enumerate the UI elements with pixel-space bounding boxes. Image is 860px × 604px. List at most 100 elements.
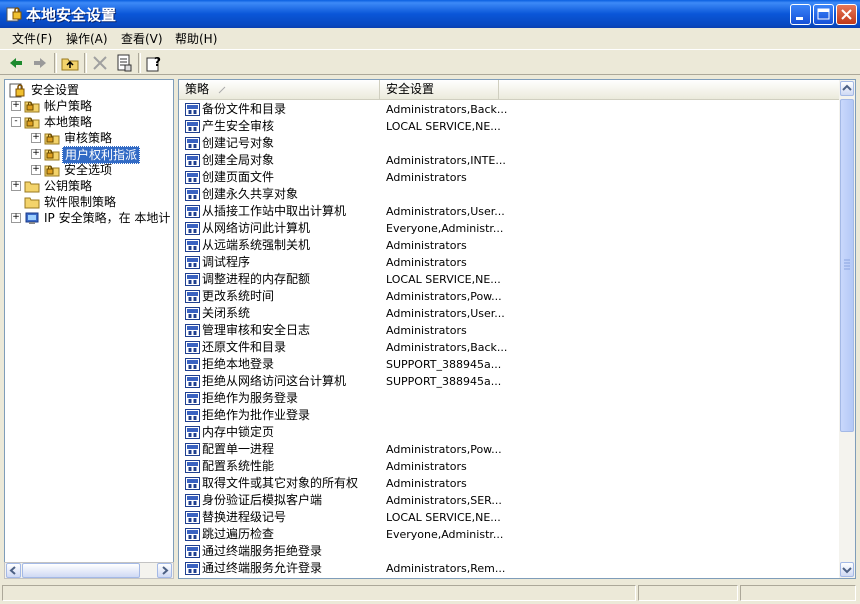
arrow-right-icon xyxy=(162,566,169,575)
policy-row[interactable]: 从插接工作站中取出计算机 Administrators,User... xyxy=(179,203,839,220)
policy-setting: Administrators,Pow... xyxy=(386,443,502,456)
policy-icon xyxy=(185,307,200,320)
tree-horizontal-scrollbar[interactable] xyxy=(4,562,174,579)
policy-row[interactable]: 通过终端服务拒绝登录 xyxy=(179,543,839,560)
maximize-icon xyxy=(817,8,830,20)
folder-icon xyxy=(24,197,40,209)
policy-icon xyxy=(185,528,200,541)
policy-name: 内存中锁定页 xyxy=(202,425,275,439)
policy-icon xyxy=(185,460,200,473)
policy-name: 创建页面文件 xyxy=(202,170,275,184)
tree-item-label: 安全选项 xyxy=(64,163,113,177)
policy-row[interactable]: 从远端系统强制关机 Administrators xyxy=(179,237,839,254)
list-vertical-scrollbar[interactable] xyxy=(839,80,855,578)
scroll-right-button[interactable] xyxy=(157,563,172,578)
policy-setting: Administrators,INTE... xyxy=(386,154,506,167)
policy-folder-icon xyxy=(44,165,60,177)
policy-row[interactable]: 调试程序 Administrators xyxy=(179,254,839,271)
policy-row[interactable]: 身份验证后模拟客户端 Administrators,SER... xyxy=(179,492,839,509)
policy-row[interactable]: 创建记号对象 xyxy=(179,135,839,152)
policy-setting: Administrators xyxy=(386,460,467,473)
policy-row[interactable]: 取得文件或其它对象的所有权 Administrators xyxy=(179,475,839,492)
status-panel xyxy=(638,585,738,601)
expand-icon[interactable]: + xyxy=(11,101,21,111)
policy-setting: Everyone,Administr... xyxy=(386,528,504,541)
status-bar xyxy=(0,582,860,604)
title-bar[interactable]: 本地安全设置 xyxy=(0,0,860,28)
policy-name: 调试程序 xyxy=(202,255,251,269)
policy-icon xyxy=(185,494,200,507)
expand-icon[interactable]: + xyxy=(31,149,41,159)
policy-name: 创建永久共享对象 xyxy=(202,187,299,201)
policy-row[interactable]: 备份文件和目录 Administrators,Back... xyxy=(179,101,839,118)
policy-row[interactable]: 从网络访问此计算机 Everyone,Administr... xyxy=(179,220,839,237)
policy-row[interactable]: 拒绝本地登录 SUPPORT_388945a... xyxy=(179,356,839,373)
scroll-up-button[interactable] xyxy=(840,81,854,96)
scroll-thumb[interactable] xyxy=(22,563,140,578)
policy-row[interactable]: 拒绝从网络访问这台计算机 SUPPORT_388945a... xyxy=(179,373,839,390)
policy-name: 身份验证后模拟客户端 xyxy=(202,493,323,507)
policy-setting: Administrators,Back... xyxy=(386,341,508,354)
tree-pane[interactable]: 安全设置 + 帐户策略 - 本地策略 + 审核策略 + 用户权利指派 + 安全选项 + 公钥策略 软件限… xyxy=(4,79,174,579)
menu-action[interactable]: 操作(A) xyxy=(66,30,108,47)
policy-row[interactable]: 产生安全审核 LOCAL SERVICE,NE... xyxy=(179,118,839,135)
column-setting[interactable]: 安全设置 xyxy=(380,80,499,99)
menu-view[interactable]: 查看(V) xyxy=(121,30,163,47)
back-icon[interactable] xyxy=(6,53,26,73)
policy-name: 还原文件和目录 xyxy=(202,340,287,354)
policy-name: 创建全局对象 xyxy=(202,153,275,167)
policy-folder-icon xyxy=(24,101,40,113)
policy-setting: LOCAL SERVICE,NE... xyxy=(386,120,501,133)
policy-list-pane[interactable]: 策略 安全设置 备份文件和目录 Administrators,Back... 产生安… xyxy=(178,79,856,579)
policy-name: 拒绝作为服务登录 xyxy=(202,391,299,405)
sort-indicator-icon xyxy=(218,86,226,94)
policy-icon xyxy=(185,409,200,422)
maximize-button[interactable] xyxy=(813,4,834,25)
menu-help[interactable]: 帮助(H) xyxy=(175,30,217,47)
policy-row[interactable]: 跳过遍历检查 Everyone,Administr... xyxy=(179,526,839,543)
policy-row[interactable]: 还原文件和目录 Administrators,Back... xyxy=(179,339,839,356)
help-icon[interactable]: ? xyxy=(144,53,164,73)
policy-row[interactable]: 内存中锁定页 xyxy=(179,424,839,441)
policy-row[interactable]: 拒绝作为服务登录 xyxy=(179,390,839,407)
expand-icon[interactable]: + xyxy=(31,165,41,175)
policy-icon xyxy=(185,103,200,116)
policy-name: 关闭系统 xyxy=(202,306,251,320)
policy-row[interactable]: 通过终端服务允许登录 Administrators,Rem... xyxy=(179,560,839,577)
policy-row[interactable]: 配置单一进程 Administrators,Pow... xyxy=(179,441,839,458)
policy-row[interactable]: 关闭系统 Administrators,User... xyxy=(179,305,839,322)
policy-row[interactable]: 创建全局对象 Administrators,INTE... xyxy=(179,152,839,169)
policy-row[interactable]: 替换进程级记号 LOCAL SERVICE,NE... xyxy=(179,509,839,526)
policy-row[interactable]: 创建页面文件 Administrators xyxy=(179,169,839,186)
policy-setting: Administrators xyxy=(386,256,467,269)
expand-icon[interactable]: + xyxy=(11,181,21,191)
policy-row[interactable]: 更改系统时间 Administrators,Pow... xyxy=(179,288,839,305)
close-button[interactable] xyxy=(836,4,857,25)
collapse-icon[interactable]: - xyxy=(11,117,21,127)
expand-icon[interactable]: + xyxy=(31,133,41,143)
policy-row[interactable]: 拒绝作为批作业登录 xyxy=(179,407,839,424)
policy-row[interactable]: 调整进程的内存配额 LOCAL SERVICE,NE... xyxy=(179,271,839,288)
policy-row[interactable]: 创建永久共享对象 xyxy=(179,186,839,203)
properties-icon[interactable] xyxy=(114,53,134,73)
policy-row[interactable]: 管理审核和安全日志 Administrators xyxy=(179,322,839,339)
expand-icon[interactable]: + xyxy=(11,213,21,223)
minimize-button[interactable] xyxy=(790,4,811,25)
toolbar: ? xyxy=(0,49,860,75)
column-policy[interactable]: 策略 xyxy=(179,80,380,99)
policy-name: 取得文件或其它对象的所有权 xyxy=(202,476,359,490)
menu-bar: 文件(F) 操作(A) 查看(V) 帮助(H) xyxy=(0,28,860,48)
policy-row[interactable]: 配置系统性能 Administrators xyxy=(179,458,839,475)
up-folder-icon[interactable] xyxy=(60,53,80,73)
folder-icon xyxy=(24,181,40,193)
policy-name: 调整进程的内存配额 xyxy=(202,272,311,286)
forward-icon[interactable] xyxy=(30,53,50,73)
menu-file[interactable]: 文件(F) xyxy=(12,30,52,47)
scroll-thumb[interactable] xyxy=(840,99,854,432)
svg-text:?: ? xyxy=(154,55,161,69)
scroll-left-button[interactable] xyxy=(6,563,21,578)
policy-setting: Administrators xyxy=(386,239,467,252)
delete-icon[interactable] xyxy=(90,53,110,73)
scroll-down-button[interactable] xyxy=(840,562,854,577)
tree-item-label: 帐户策略 xyxy=(44,99,93,113)
